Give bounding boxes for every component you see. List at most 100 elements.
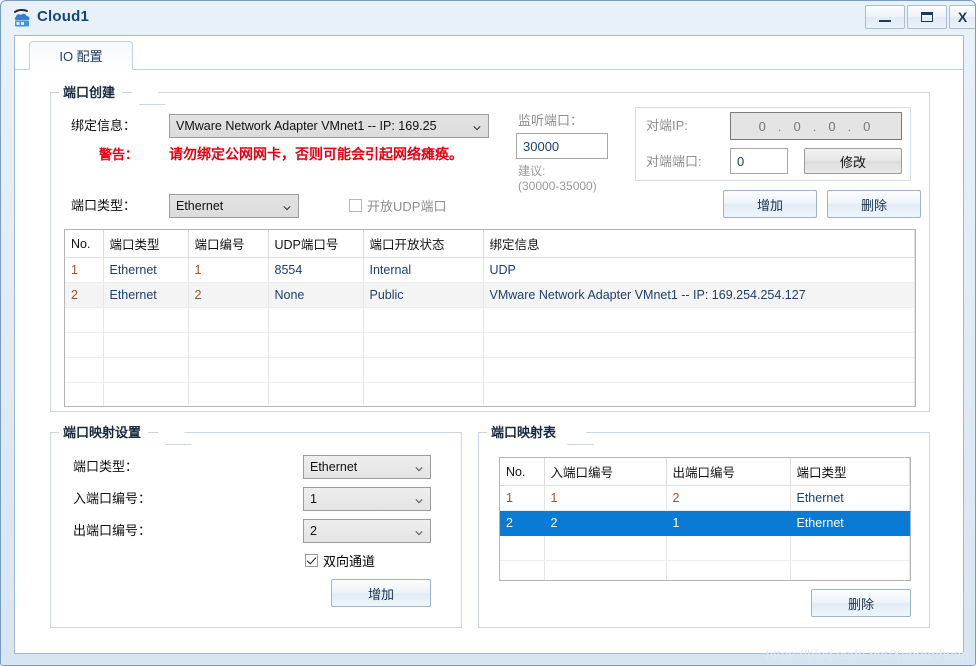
- port-cell-number: 1: [188, 257, 269, 283]
- close-button[interactable]: X: [949, 5, 975, 29]
- add-mapping-button-label: 增加: [367, 586, 394, 602]
- map-cell-type: Ethernet: [790, 485, 910, 511]
- chevron-down-icon: [415, 467, 423, 472]
- udp-port-checkbox[interactable]: 开放UDP端口: [349, 196, 446, 215]
- delete-mapping-button[interactable]: 删除: [811, 589, 911, 617]
- port-table-grid: No. 端口类型 端口编号 UDP端口号 端口开放状态 绑定信息 1 Ether…: [65, 230, 915, 406]
- tab-io-config[interactable]: IO 配置: [29, 41, 133, 70]
- port-table[interactable]: No. 端口类型 端口编号 UDP端口号 端口开放状态 绑定信息 1 Ether…: [64, 229, 916, 407]
- listen-port-value: 30000: [523, 138, 560, 154]
- peer-ip-octet-1: 0: [758, 118, 769, 134]
- table-row-empty[interactable]: [500, 560, 910, 580]
- map-cell-no: 2: [500, 510, 545, 536]
- maximize-button[interactable]: [907, 5, 947, 29]
- binding-info-value: VMware Network Adapter VMnet1 -- IP: 169…: [176, 119, 437, 133]
- table-row[interactable]: 1 1 2 Ethernet: [500, 485, 910, 511]
- close-icon: X: [957, 9, 968, 25]
- table-row-empty[interactable]: [65, 357, 915, 383]
- map-in-port-label: 入端口编号：: [73, 491, 152, 506]
- ip-dot-3: .: [847, 118, 855, 134]
- port-cell-no: 1: [65, 257, 104, 283]
- peer-ip-label: 对端IP:: [646, 118, 688, 133]
- tab-io-config-label: IO 配置: [59, 49, 103, 64]
- port-cell-binding: UDP: [483, 257, 915, 283]
- ip-dot-2: .: [812, 118, 820, 134]
- peer-ip-octet-2: 0: [793, 118, 804, 134]
- tab-strip: IO 配置: [15, 36, 963, 70]
- minimize-icon: [879, 19, 891, 22]
- port-cell-type: Ethernet: [103, 257, 189, 283]
- table-row[interactable]: 1 Ethernet 1 8554 Internal UDP: [65, 257, 915, 283]
- title-bar[interactable]: Cloud1 X: [1, 1, 975, 37]
- map-col-type: 端口类型: [790, 458, 910, 486]
- map-cell-in-port: 1: [544, 485, 667, 511]
- warning-label: 警告：: [99, 147, 139, 162]
- port-type-label: 端口类型：: [71, 198, 137, 213]
- mapping-table-header-row: No. 入端口编号 出端口编号 端口类型: [500, 458, 910, 486]
- port-cell-no: 2: [65, 282, 104, 308]
- add-port-button[interactable]: 增加: [723, 190, 817, 218]
- checkbox-box-icon: [305, 554, 318, 567]
- port-cell-udp: 8554: [268, 257, 364, 283]
- peer-port-label: 对端端口:: [646, 154, 702, 169]
- map-cell-no: 1: [500, 485, 545, 511]
- binding-info-label: 绑定信息：: [71, 118, 137, 133]
- bidirectional-channel-checkbox[interactable]: 双向通道: [305, 551, 375, 570]
- port-col-udp: UDP端口号: [268, 230, 364, 258]
- delete-mapping-button-label: 删除: [847, 596, 874, 612]
- map-out-port-select[interactable]: 2: [303, 519, 431, 543]
- maximize-icon: [921, 12, 933, 22]
- table-row-empty[interactable]: [65, 332, 915, 358]
- port-cell-state: Internal: [363, 257, 484, 283]
- add-port-button-label: 增加: [756, 197, 783, 213]
- map-port-type-label: 端口类型：: [73, 459, 139, 474]
- peer-port-value: 0: [737, 153, 745, 169]
- map-in-port-value: 1: [310, 492, 317, 506]
- port-table-header-row: No. 端口类型 端口编号 UDP端口号 端口开放状态 绑定信息: [65, 230, 915, 258]
- ip-dot-1: .: [777, 118, 785, 134]
- port-cell-type: Ethernet: [103, 282, 189, 308]
- map-out-port-value: 2: [310, 524, 317, 538]
- table-row-empty[interactable]: [65, 307, 915, 333]
- bidirectional-channel-label: 双向通道: [323, 554, 376, 569]
- port-map-table-title: 端口映射表: [487, 422, 564, 441]
- cloud-device-icon: [14, 8, 30, 27]
- port-col-type: 端口类型: [103, 230, 189, 258]
- port-map-settings-title: 端口映射设置: [59, 422, 149, 441]
- map-in-port-select[interactable]: 1: [303, 487, 431, 511]
- peer-ip-input[interactable]: 0 . 0 . 0 . 0: [730, 112, 902, 140]
- chevron-down-icon: [415, 499, 423, 504]
- map-col-out-port: 出端口编号: [666, 458, 791, 486]
- binding-info-select[interactable]: VMware Network Adapter VMnet1 -- IP: 169…: [169, 114, 489, 138]
- port-cell-number: 2: [188, 282, 269, 308]
- listen-port-input[interactable]: 30000: [516, 133, 608, 159]
- window-title: Cloud1: [37, 8, 90, 25]
- io-config-page: 端口创建 绑定信息： VMware Network Adapter VMnet1…: [15, 70, 963, 653]
- table-row[interactable]: 2 2 1 Ethernet: [500, 510, 910, 536]
- modify-button[interactable]: 修改: [804, 148, 902, 174]
- port-type-select[interactable]: Ethernet: [169, 194, 299, 218]
- port-col-number: 端口编号: [188, 230, 269, 258]
- delete-port-button[interactable]: 删除: [827, 190, 921, 218]
- port-cell-state: Public: [363, 282, 484, 308]
- map-cell-out-port: 1: [666, 510, 791, 536]
- listen-port-label: 监听端口：: [518, 113, 584, 128]
- chevron-down-icon: [283, 206, 291, 211]
- client-area: IO 配置 端口创建 绑定信息： VMware Network Adapter …: [14, 35, 964, 654]
- table-row-empty[interactable]: [65, 382, 915, 406]
- chevron-down-icon: [473, 126, 481, 131]
- map-col-no: No.: [500, 458, 545, 486]
- table-row-empty[interactable]: [500, 535, 910, 561]
- delete-port-button-label: 删除: [860, 197, 887, 213]
- add-mapping-button[interactable]: 增加: [331, 579, 431, 607]
- minimize-button[interactable]: [865, 5, 905, 29]
- map-port-type-select[interactable]: Ethernet: [303, 455, 431, 479]
- table-row[interactable]: 2 Ethernet 2 None Public VMware Network …: [65, 282, 915, 308]
- chevron-down-icon: [415, 531, 423, 536]
- mapping-table[interactable]: No. 入端口编号 出端口编号 端口类型 1 1 2 Ethernet 2 2 …: [499, 457, 911, 581]
- port-cell-udp: None: [268, 282, 364, 308]
- cloud-config-window: Cloud1 X IO 配置 端口创建 绑定信息： VMware Network…: [0, 0, 976, 666]
- port-create-group: 端口创建 绑定信息： VMware Network Adapter VMnet1…: [50, 82, 930, 412]
- peer-port-input[interactable]: 0: [730, 148, 788, 174]
- map-cell-type: Ethernet: [790, 510, 910, 536]
